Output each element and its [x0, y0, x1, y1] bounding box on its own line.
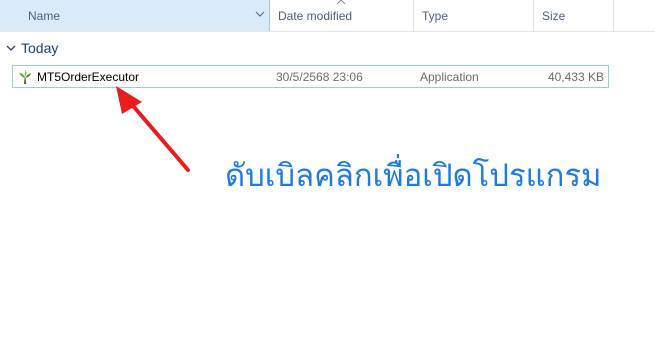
file-name: MT5OrderExecutor	[37, 70, 140, 84]
column-header-size-label: Size	[542, 9, 566, 23]
group-header-today[interactable]: Today	[6, 38, 58, 58]
group-label: Today	[21, 40, 59, 56]
chevron-down-icon[interactable]	[255, 9, 265, 19]
column-header-date-modified[interactable]: Date modified	[270, 0, 414, 31]
column-header-size[interactable]: Size	[534, 0, 614, 31]
file-size: 40,433 KB	[547, 70, 604, 84]
column-header-name[interactable]: Name	[0, 0, 270, 31]
file-type: Application	[420, 70, 479, 84]
file-date-modified: 30/5/2568 23:06	[276, 70, 363, 84]
column-header-name-label: Name	[28, 9, 61, 23]
column-header-date-label: Date modified	[278, 9, 353, 23]
sort-ascending-icon	[336, 0, 346, 5]
chevron-down-icon[interactable]	[6, 43, 16, 53]
column-header-type[interactable]: Type	[414, 0, 534, 31]
column-header-bar: Name Date modified Type Size	[0, 0, 655, 32]
file-row[interactable]: MT5OrderExecutor 30/5/2568 23:06 Applica…	[12, 65, 609, 88]
column-header-type-label: Type	[422, 9, 449, 23]
annotation-text: ดับเบิลคลิกเพื่อเปิดโปรแกรม	[225, 158, 602, 194]
tree-app-icon	[19, 70, 31, 84]
